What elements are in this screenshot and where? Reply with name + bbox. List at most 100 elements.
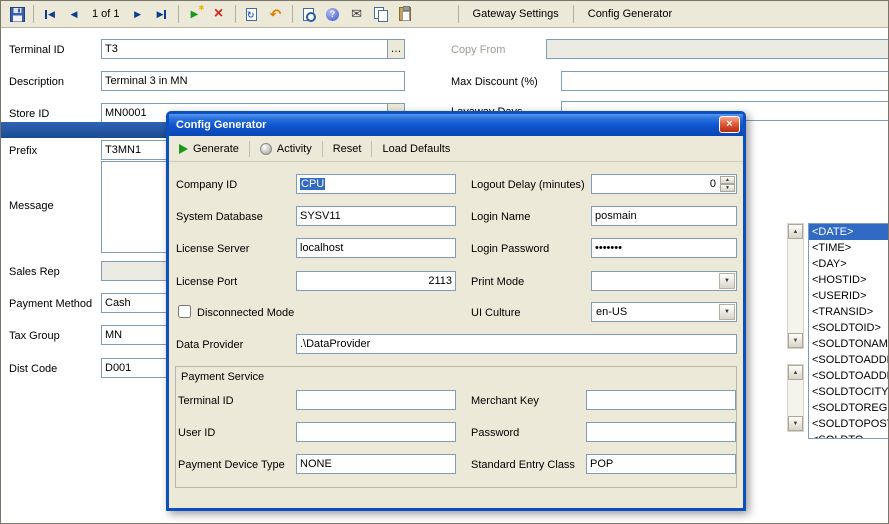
spin-up-icon[interactable] [720, 176, 735, 184]
disconnected-mode-checkbox[interactable] [178, 305, 191, 318]
undo-icon [270, 6, 282, 23]
help-button[interactable] [322, 3, 344, 25]
reset-button[interactable]: Reset [329, 141, 366, 157]
max-discount-input[interactable] [561, 71, 889, 91]
next-record-button[interactable] [127, 3, 149, 25]
payment-method-label: Payment Method [9, 297, 92, 311]
footer-scrollbar[interactable] [787, 364, 804, 432]
ui-culture-value: en-US [596, 306, 627, 318]
token-list-item[interactable]: <DATE> [809, 224, 889, 240]
activity-button[interactable]: Activity [256, 141, 316, 157]
login-password-input[interactable] [591, 238, 737, 258]
mail-button[interactable] [346, 3, 368, 25]
copy-button[interactable] [370, 3, 392, 25]
payment-service-title: Payment Service [181, 371, 264, 383]
ps-password-label: Password [471, 426, 519, 440]
delete-record-button[interactable] [208, 3, 230, 25]
logout-delay-input[interactable] [592, 175, 719, 193]
delete-record-icon [214, 6, 223, 22]
token-list-item[interactable]: <SOLDTONAME> [809, 336, 889, 352]
generate-button[interactable]: Generate [175, 141, 243, 157]
disconnected-mode-label: Disconnected Mode [197, 306, 294, 320]
generate-label: Generate [193, 143, 239, 155]
scroll-up-icon[interactable] [788, 224, 803, 239]
login-name-input[interactable] [591, 206, 737, 226]
toolbar-separator [292, 5, 293, 23]
copy-icon [374, 7, 388, 21]
message-scrollbar[interactable] [787, 223, 804, 349]
toolbar-separator [249, 141, 250, 157]
standard-entry-class-label: Standard Entry Class [471, 458, 575, 472]
terminal-id-input[interactable] [101, 39, 388, 59]
data-provider-input[interactable] [296, 334, 737, 354]
save-icon [10, 7, 25, 22]
license-port-input[interactable] [296, 271, 456, 291]
merchant-key-input[interactable] [586, 390, 736, 410]
paste-button[interactable] [394, 3, 416, 25]
token-list-item[interactable]: <SOLDTOADDRES [809, 352, 889, 368]
ps-user-id-label: User ID [178, 426, 215, 440]
print-preview-button[interactable] [298, 3, 320, 25]
ps-user-id-input[interactable] [296, 422, 456, 442]
token-list-item[interactable]: <HOSTID> [809, 272, 889, 288]
ps-password-input[interactable] [586, 422, 736, 442]
system-database-input[interactable] [296, 206, 456, 226]
dropdown-arrow-icon[interactable] [719, 273, 735, 289]
standard-entry-class-input[interactable] [586, 454, 736, 474]
scroll-down-icon[interactable] [788, 333, 803, 348]
previous-record-button[interactable] [63, 3, 85, 25]
store-id-label: Store ID [9, 107, 49, 121]
token-list-item[interactable]: <SOLDTOPOSTAL [809, 416, 889, 432]
print-mode-combo[interactable] [591, 271, 737, 291]
scroll-down-icon[interactable] [788, 416, 803, 431]
license-server-label: License Server [176, 242, 249, 256]
token-list-item[interactable]: <SOLDTOREGION [809, 400, 889, 416]
scroll-up-icon[interactable] [788, 365, 803, 380]
toolbar-separator [371, 141, 372, 157]
previous-record-icon [71, 8, 78, 20]
logout-delay-field [591, 174, 737, 194]
save-button[interactable] [6, 3, 28, 25]
config-generator-button[interactable]: Config Generator [579, 5, 681, 23]
token-list-item[interactable]: <DAY> [809, 256, 889, 272]
token-list-item[interactable]: <TRANSID> [809, 304, 889, 320]
copy-from-input [546, 39, 889, 59]
paste-icon [399, 7, 411, 21]
refresh-button[interactable] [241, 3, 263, 25]
ui-culture-combo[interactable]: en-US [591, 302, 737, 322]
payment-device-type-input[interactable] [296, 454, 456, 474]
gateway-settings-button[interactable]: Gateway Settings [464, 5, 568, 23]
dialog-toolbar: Generate Activity Reset Load Defaults [169, 136, 743, 162]
token-list-item[interactable]: <TIME> [809, 240, 889, 256]
message-label: Message [9, 199, 54, 213]
license-port-label: License Port [176, 275, 237, 289]
ps-terminal-id-input[interactable] [296, 390, 456, 410]
login-password-label: Login Password [471, 242, 549, 256]
token-list-item[interactable]: <SOLDTO [809, 432, 889, 439]
terminal-id-browse-button[interactable]: … [387, 39, 405, 59]
token-list: <DATE> <TIME> <DAY> <HOSTID> <USERID> <T… [808, 223, 889, 439]
company-id-value: CPU [300, 178, 325, 190]
description-label: Description [9, 75, 64, 89]
token-list-item[interactable]: <SOLDTOCITY> [809, 384, 889, 400]
close-icon[interactable] [719, 116, 740, 133]
token-list-item[interactable]: <USERID> [809, 288, 889, 304]
new-record-button[interactable] [184, 3, 206, 25]
first-record-button[interactable] [39, 3, 61, 25]
prefix-label: Prefix [9, 144, 37, 158]
token-list-item[interactable]: <SOLDTOADDRES [809, 368, 889, 384]
spin-down-icon[interactable] [720, 184, 735, 192]
last-record-button[interactable] [151, 3, 173, 25]
next-record-icon [134, 8, 141, 20]
dropdown-arrow-icon[interactable] [719, 304, 735, 320]
license-server-input[interactable] [296, 238, 456, 258]
undo-button[interactable] [265, 3, 287, 25]
load-defaults-button[interactable]: Load Defaults [378, 141, 454, 157]
dialog-title-bar[interactable]: Config Generator [169, 114, 743, 136]
company-id-input[interactable]: CPU [296, 174, 456, 194]
description-input[interactable] [101, 71, 405, 91]
copy-from-label: Copy From [451, 43, 505, 57]
token-list-item[interactable]: <SOLDTOID> [809, 320, 889, 336]
toolbar-separator [33, 5, 34, 23]
terminal-id-label: Terminal ID [9, 43, 65, 57]
